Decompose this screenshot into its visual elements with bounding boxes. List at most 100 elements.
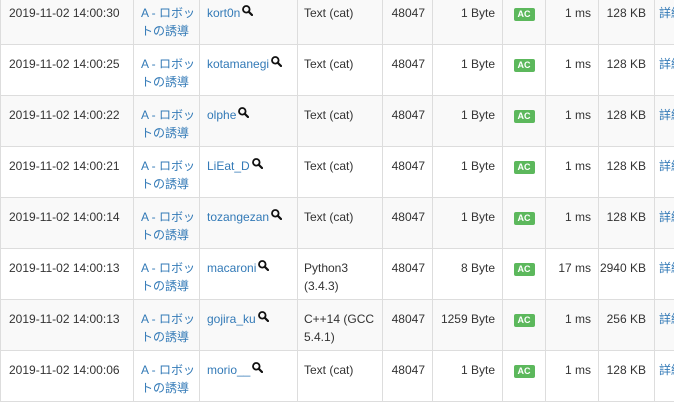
magnifier-icon[interactable] (238, 105, 250, 123)
memory-cell: 128 KB (598, 350, 655, 402)
user-link[interactable]: kort0n (207, 6, 240, 20)
status-cell: AC (502, 197, 546, 249)
user-link[interactable]: tozangezan (207, 210, 269, 224)
detail-link[interactable]: 詳細 (659, 108, 674, 122)
user-cell: gojira_ku (199, 299, 298, 351)
table-row: 2019-11-02 14:00:22 A - ロボットの誘導 olphe Text … (0, 95, 674, 147)
code-size-cell: 1 Byte (432, 0, 503, 45)
detail-link[interactable]: 詳細 (659, 57, 674, 71)
table-row: 2019-11-02 14:00:14 A - ロボットの誘導 tozangezan… (0, 197, 674, 249)
language-cell: Python3 (3.4.3) (297, 248, 383, 300)
status-cell: AC (502, 248, 546, 300)
submissions-table: 2019-11-02 14:00:30 A - ロボットの誘導 kort0n Text… (0, 0, 674, 402)
task-link[interactable]: A - ロボットの誘導 (141, 159, 195, 191)
exec-time-cell: 1 ms (545, 95, 599, 147)
memory-cell: 128 KB (598, 146, 655, 198)
code-size-cell: 1 Byte (432, 44, 503, 96)
magnifier-icon[interactable] (251, 156, 263, 174)
status-cell: AC (502, 95, 546, 147)
code-size-cell: 8 Byte (432, 248, 503, 300)
code-size-cell: 1 Byte (432, 350, 503, 402)
submission-time: 2019-11-02 14:00:22 (0, 95, 134, 147)
detail-cell: 詳細 (654, 350, 674, 402)
status-badge: AC (513, 263, 535, 276)
detail-cell: 詳細 (654, 0, 674, 45)
task-link[interactable]: A - ロボットの誘導 (141, 57, 195, 89)
score-cell: 48047 (382, 44, 433, 96)
submission-time: 2019-11-02 14:00:06 (0, 350, 134, 402)
magnifier-icon[interactable] (271, 207, 283, 225)
magnifier-icon[interactable] (252, 360, 264, 378)
task-cell: A - ロボットの誘導 (133, 350, 200, 402)
task-link[interactable]: A - ロボットの誘導 (141, 363, 195, 395)
code-size-cell: 1 Byte (432, 95, 503, 147)
detail-link[interactable]: 詳細 (659, 210, 674, 224)
task-cell: A - ロボットの誘導 (133, 95, 200, 147)
status-badge: AC (513, 59, 535, 72)
status-badge: AC (513, 110, 535, 123)
detail-cell: 詳細 (654, 299, 674, 351)
submission-time: 2019-11-02 14:00:14 (0, 197, 134, 249)
status-badge: AC (513, 365, 535, 378)
detail-link[interactable]: 詳細 (659, 261, 674, 275)
user-cell: kotamanegi (199, 44, 298, 96)
detail-cell: 詳細 (654, 95, 674, 147)
detail-link[interactable]: 詳細 (659, 6, 674, 20)
user-cell: kort0n (199, 0, 298, 45)
exec-time-cell: 1 ms (545, 44, 599, 96)
status-badge: AC (513, 8, 535, 21)
detail-link[interactable]: 詳細 (659, 312, 674, 326)
language-cell: Text (cat) (297, 44, 383, 96)
table-row: 2019-11-02 14:00:21 A - ロボットの誘導 LiEat_D Tex… (0, 146, 674, 198)
user-link[interactable]: macaroni (207, 261, 256, 275)
exec-time-cell: 17 ms (545, 248, 599, 300)
user-link[interactable]: morio__ (207, 363, 250, 377)
exec-time-cell: 1 ms (545, 146, 599, 198)
table-row: 2019-11-02 14:00:25 A - ロボットの誘導 kotamanegi… (0, 44, 674, 96)
memory-cell: 256 KB (598, 299, 655, 351)
user-cell: olphe (199, 95, 298, 147)
language-cell: C++14 (GCC 5.4.1) (297, 299, 383, 351)
status-cell: AC (502, 146, 546, 198)
table-row: 2019-11-02 14:00:06 A - ロボットの誘導 morio__ Tex… (0, 350, 674, 402)
task-link[interactable]: A - ロボットの誘導 (141, 6, 195, 38)
status-cell: AC (502, 0, 546, 45)
score-cell: 48047 (382, 95, 433, 147)
user-cell: LiEat_D (199, 146, 298, 198)
magnifier-icon[interactable] (242, 3, 254, 21)
user-link[interactable]: kotamanegi (207, 57, 269, 71)
task-link[interactable]: A - ロボットの誘導 (141, 261, 195, 293)
exec-time-cell: 1 ms (545, 299, 599, 351)
status-badge: AC (513, 314, 535, 327)
submission-time: 2019-11-02 14:00:13 (0, 299, 134, 351)
exec-time-cell: 1 ms (545, 350, 599, 402)
task-cell: A - ロボットの誘導 (133, 44, 200, 96)
task-cell: A - ロボットの誘導 (133, 248, 200, 300)
task-cell: A - ロボットの誘導 (133, 197, 200, 249)
language-cell: Text (cat) (297, 95, 383, 147)
table-row: 2019-11-02 14:00:13 A - ロボットの誘導 macaroni Py… (0, 248, 674, 300)
exec-time-cell: 1 ms (545, 0, 599, 45)
user-cell: macaroni (199, 248, 298, 300)
detail-cell: 詳細 (654, 248, 674, 300)
task-link[interactable]: A - ロボットの誘導 (141, 312, 195, 344)
status-cell: AC (502, 299, 546, 351)
user-link[interactable]: olphe (207, 108, 236, 122)
user-link[interactable]: gojira_ku (207, 312, 256, 326)
memory-cell: 128 KB (598, 197, 655, 249)
magnifier-icon[interactable] (258, 258, 270, 276)
language-cell: Text (cat) (297, 0, 383, 45)
task-link[interactable]: A - ロボットの誘導 (141, 108, 195, 140)
magnifier-icon[interactable] (271, 54, 283, 72)
user-link[interactable]: LiEat_D (207, 159, 250, 173)
language-cell: Text (cat) (297, 146, 383, 198)
score-cell: 48047 (382, 350, 433, 402)
code-size-cell: 1 Byte (432, 146, 503, 198)
detail-link[interactable]: 詳細 (659, 363, 674, 377)
magnifier-icon[interactable] (257, 309, 269, 327)
status-cell: AC (502, 350, 546, 402)
detail-link[interactable]: 詳細 (659, 159, 674, 173)
task-link[interactable]: A - ロボットの誘導 (141, 210, 195, 242)
user-cell: tozangezan (199, 197, 298, 249)
submission-time: 2019-11-02 14:00:30 (0, 0, 134, 45)
